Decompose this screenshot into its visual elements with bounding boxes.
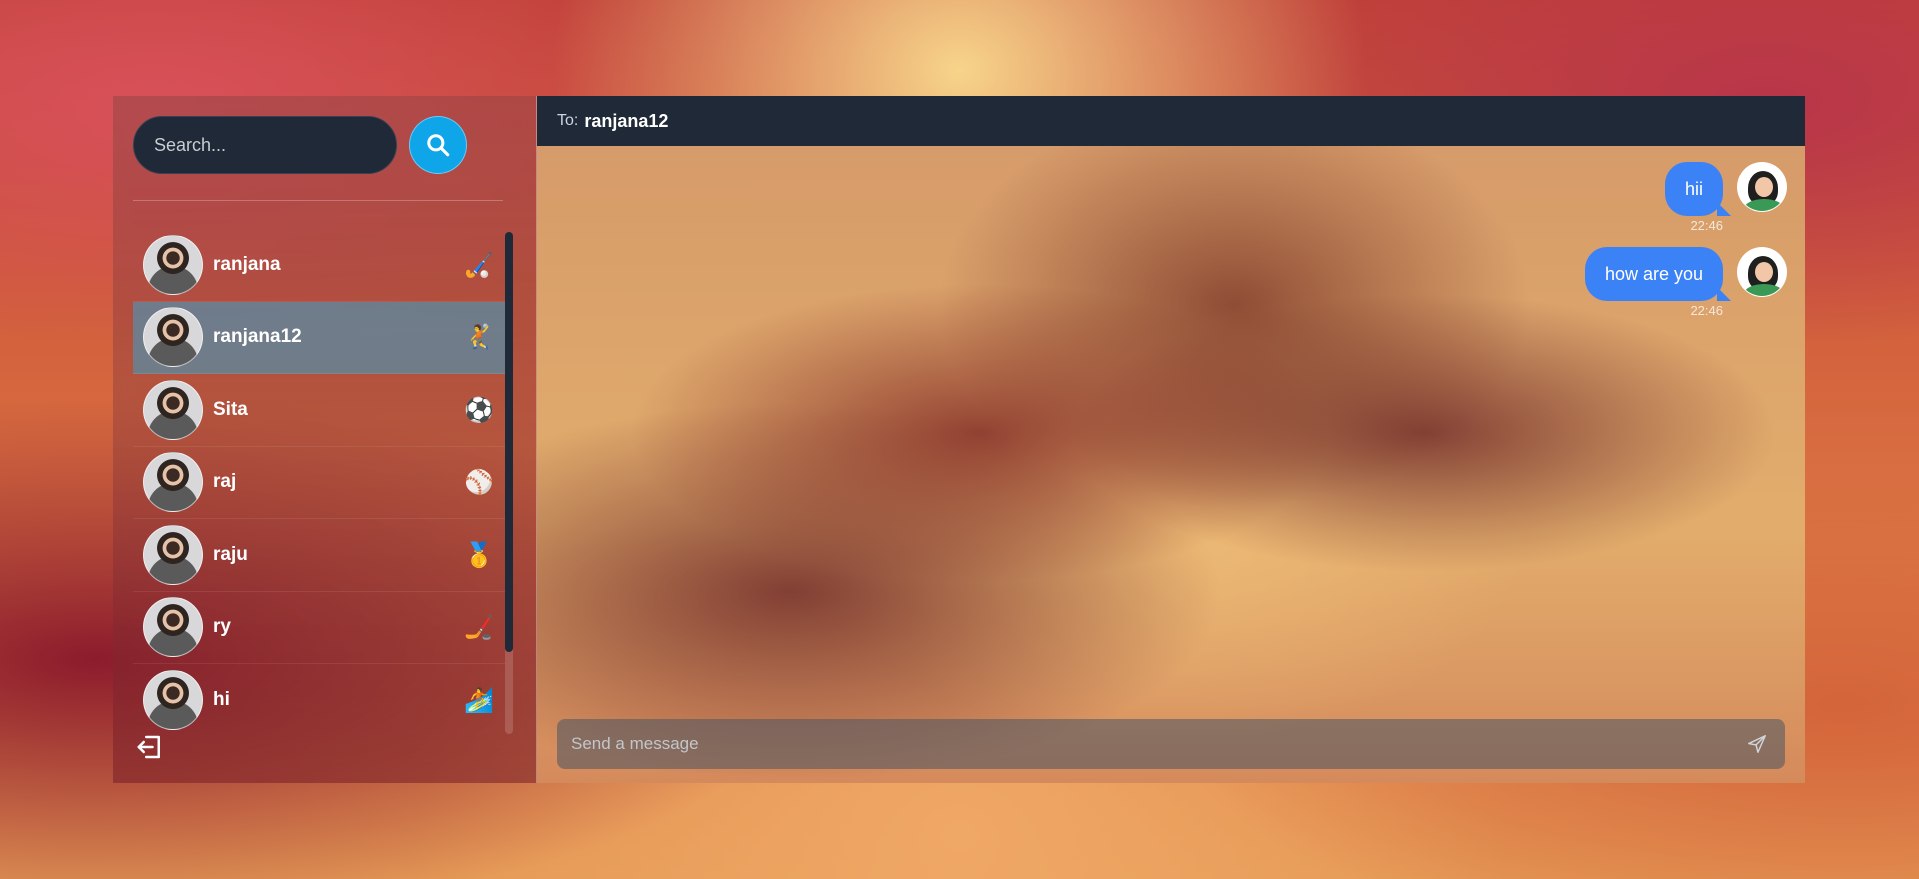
conversation-item-selected[interactable]: ranjana12 🤾: [133, 301, 505, 374]
avatar: [143, 452, 203, 513]
sport-emoji-icon: 🤾: [464, 323, 494, 352]
conversation-name: raj: [213, 471, 237, 493]
avatar: [143, 234, 203, 295]
conversation-name: hi: [213, 688, 230, 710]
sport-emoji-icon: 🏒: [464, 613, 494, 642]
sender-avatar: [1737, 162, 1787, 212]
conversation-name: Sita: [213, 398, 248, 420]
search-input[interactable]: [133, 116, 397, 174]
conversation-name: raju: [213, 543, 248, 565]
sport-emoji-icon: ⚽: [464, 395, 494, 424]
search-row: [133, 116, 516, 174]
sport-emoji-icon: 🥇: [464, 540, 494, 569]
sport-emoji-icon: 🏄: [464, 685, 494, 714]
conversation-item[interactable]: raju 🥇: [133, 519, 505, 592]
sender-avatar: [1737, 247, 1787, 297]
message-input[interactable]: [571, 734, 1743, 754]
search-icon: [427, 134, 450, 157]
logout-icon: [137, 735, 160, 759]
conversation-item[interactable]: Sita ⚽: [133, 374, 505, 447]
avatar: [143, 379, 203, 440]
avatar: [143, 597, 203, 658]
message-area: hii 22:46 how are you 22:46: [537, 146, 1805, 783]
sidebar: ranjana 🏑 ranjana12 🤾 Sita ⚽ raj ⚾ raju: [113, 96, 537, 783]
conversation-name: ry: [213, 616, 231, 638]
chat-header: To: ranjana12: [537, 96, 1805, 146]
sidebar-divider: [133, 200, 503, 201]
avatar: [143, 524, 203, 585]
message-row: hii: [1664, 162, 1787, 216]
search-button[interactable]: [409, 116, 467, 174]
recipient-name: ranjana12: [584, 110, 669, 131]
chat-panel: To: ranjana12 hii 22:46 how are you 22:4…: [537, 96, 1805, 783]
logout-button[interactable]: [135, 732, 165, 762]
send-button[interactable]: [1743, 730, 1771, 758]
conversation-item[interactable]: raj ⚾: [133, 447, 505, 519]
message-bubble: how are you: [1584, 247, 1732, 301]
conversation-item[interactable]: ranjana 🏑: [133, 229, 505, 302]
conversation-item[interactable]: hi 🏄: [133, 664, 505, 731]
conversation-name: ranjana: [213, 253, 281, 275]
message-bubble: hii: [1664, 162, 1732, 216]
message-composer: [557, 719, 1785, 769]
sport-emoji-icon: 🏑: [464, 250, 494, 279]
avatar: [143, 669, 203, 730]
conversation-list: ranjana 🏑 ranjana12 🤾 Sita ⚽ raj ⚾ raju: [133, 229, 513, 731]
to-label: To:: [557, 112, 579, 129]
send-icon: [1748, 735, 1766, 753]
sport-emoji-icon: ⚾: [464, 468, 494, 497]
message-timestamp: 22:46: [1690, 218, 1723, 233]
conversation-scrollbar[interactable]: [505, 232, 513, 734]
chat-app: ranjana 🏑 ranjana12 🤾 Sita ⚽ raj ⚾ raju: [113, 96, 1805, 783]
scrollbar-thumb[interactable]: [505, 232, 513, 652]
message-timestamp: 22:46: [1690, 303, 1723, 318]
conversation-item[interactable]: ry 🏒: [133, 592, 505, 664]
message-row: how are you: [1584, 247, 1787, 301]
conversation-name: ranjana12: [213, 326, 302, 348]
avatar: [143, 307, 203, 368]
